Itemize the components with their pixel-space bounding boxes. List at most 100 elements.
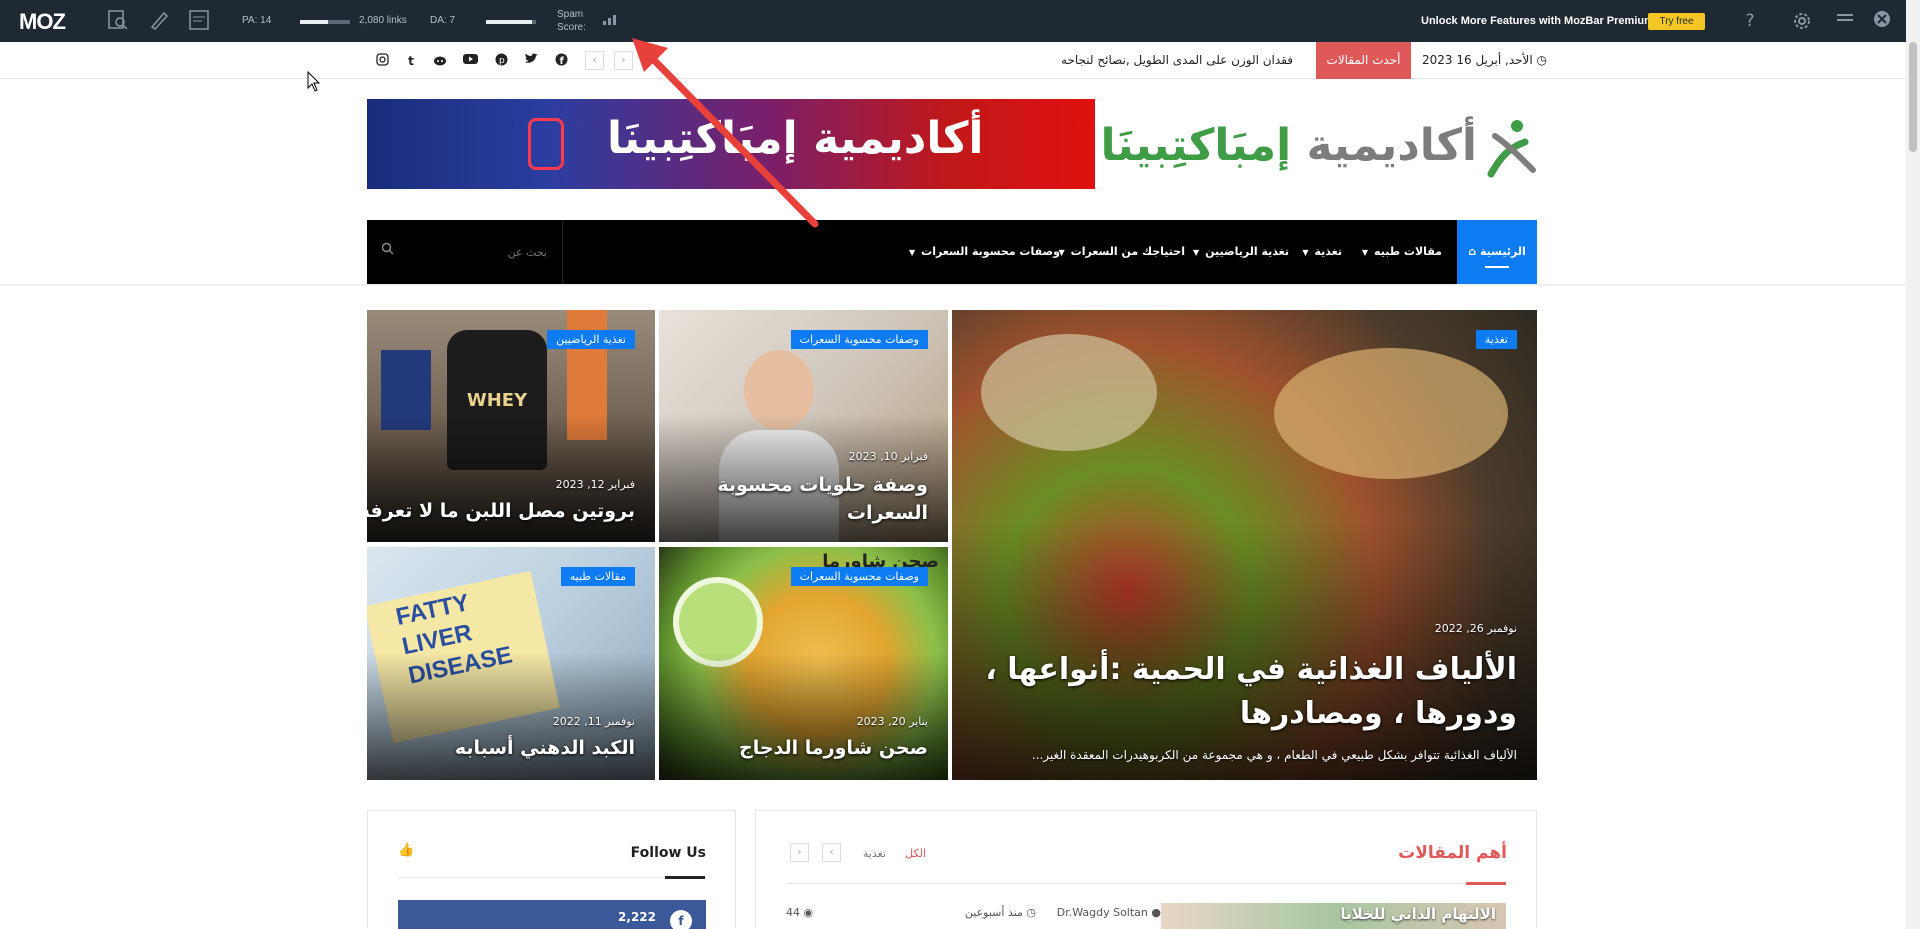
- browser-viewport: { "mozbar": { "logo": "MOZ", "pa_label":…: [0, 0, 1920, 929]
- widget-prev-button[interactable]: ‹: [822, 843, 841, 862]
- clock-icon: ◷: [1022, 906, 1036, 919]
- facebook-icon: f: [670, 910, 692, 929]
- chevron-down-icon: ▼: [1193, 248, 1200, 257]
- search-input[interactable]: [407, 238, 547, 266]
- facebook-count: 2,222: [618, 910, 656, 924]
- nav-item-nutrition[interactable]: تغذية ▼: [1302, 220, 1342, 284]
- food-photo-shape: [981, 333, 1157, 451]
- chevron-down-icon: ▼: [1361, 248, 1369, 257]
- instagram-icon[interactable]: [374, 53, 390, 69]
- chevron-down-icon: ▼: [909, 248, 916, 257]
- post-tile-whey[interactable]: WHEY تغذية الرياضيين فبراير 12, 2023 برو…: [367, 310, 655, 542]
- thumbnail-text: الالتهام الذاتي للخلايا: [1340, 905, 1496, 923]
- post-title[interactable]: وصفة حلويات محسوبة السعرات: [675, 472, 928, 527]
- post-tile-fatty-liver[interactable]: FATTY LIVER DISEASE مقالات طبيه نوفمبر 1…: [367, 547, 655, 780]
- site-logo[interactable]: أكاديمية إمبَاكتِبينَا: [1100, 112, 1537, 184]
- spam-score-bars-icon[interactable]: [598, 10, 622, 34]
- category-badge[interactable]: تغذية الرياضيين: [547, 330, 635, 349]
- svg-text:p: p: [499, 56, 505, 66]
- post-excerpt: الألياف الغذائية تتوافر بشكل طبيعي في ال…: [1031, 748, 1517, 762]
- header-ad-banner[interactable]: أكاديمية إمبَاكتِبينَا: [367, 99, 1095, 189]
- facebook-follow-button[interactable]: 2,222 f: [398, 900, 706, 929]
- serp-overlay-icon[interactable]: [187, 9, 211, 33]
- mouse-cursor-icon: [307, 71, 321, 92]
- article-author[interactable]: Dr.Wagdy Soltan ●: [1057, 906, 1161, 919]
- home-icon: ⌂: [1468, 245, 1480, 258]
- tumblr-icon[interactable]: t: [403, 53, 419, 69]
- featured-tile-fiber[interactable]: تغذية نوفمبر 26, 2022 الألياف الغذائية ف…: [952, 310, 1537, 780]
- top-articles-widget: أهم المقالات الكل تغذية ‹ › الالتهام الذ…: [755, 810, 1537, 929]
- highlighter-icon[interactable]: [147, 9, 171, 33]
- whey-label: WHEY: [466, 390, 528, 411]
- scrollbar-thumb[interactable]: [1909, 42, 1917, 152]
- nav-item-label: تغذية: [1314, 245, 1343, 258]
- tab-all[interactable]: الكل: [905, 847, 926, 860]
- ticker-next-button[interactable]: ›: [614, 51, 633, 70]
- widget-divider: [398, 877, 705, 878]
- post-title[interactable]: صحن شاورما الدجاج: [675, 735, 928, 763]
- post-tile-sweets[interactable]: وصفات محسوبة السعرات فبراير 10, 2023 وصف…: [659, 310, 948, 542]
- top-news-strip: t p f ‹ › فقدان الوزن على المدى الطويل ,…: [0, 42, 1906, 79]
- logo-text-part1: أكاديمية: [1291, 120, 1477, 171]
- user-icon: ●: [1151, 906, 1161, 919]
- moz-logo[interactable]: MOZ: [19, 9, 66, 35]
- ticker-prev-button[interactable]: ‹: [585, 51, 604, 70]
- clock-icon: ◷: [1532, 53, 1548, 67]
- links-count[interactable]: 2,080 links: [359, 15, 407, 26]
- settings-gear-icon[interactable]: [1790, 9, 1814, 33]
- nav-item-label: تغذية الرياضيين: [1205, 245, 1289, 258]
- nav-item-label: احتياجك من السعرات: [1070, 245, 1185, 258]
- page-analysis-icon[interactable]: [106, 9, 130, 33]
- post-date: فبراير 10, 2023: [848, 450, 928, 463]
- page-authority-bar: [300, 20, 350, 24]
- widget-next-button[interactable]: ›: [790, 843, 809, 862]
- article-thumbnail[interactable]: الالتهام الذاتي للخلايا: [1161, 903, 1506, 929]
- nav-item-athlete-nutrition[interactable]: تغذية الرياضيين ▼: [1193, 220, 1289, 284]
- post-title[interactable]: الكبد الدهني أسبابه: [383, 735, 635, 763]
- news-ticker-headline[interactable]: فقدان الوزن على المدى الطويل ,نصائح لنجا…: [1061, 53, 1293, 67]
- pinterest-icon[interactable]: p: [493, 53, 509, 69]
- site-logo-text: أكاديمية إمبَاكتِبينَا: [1100, 120, 1477, 171]
- hamburger-menu-icon[interactable]: [1833, 9, 1857, 33]
- close-icon[interactable]: [1870, 9, 1894, 33]
- article-time-text: منذ أسبوعين: [964, 906, 1023, 919]
- try-free-button[interactable]: Try free: [1648, 13, 1705, 30]
- widget-divider: [786, 883, 1506, 884]
- category-badge[interactable]: مقالات طبيه: [560, 567, 635, 586]
- category-badge[interactable]: وصفات محسوبة السعرات: [790, 330, 928, 349]
- current-date: ◷ الأحد, أبريل 16 2023: [1422, 53, 1547, 67]
- youtube-icon[interactable]: [462, 53, 478, 69]
- nav-item-calorie-needs[interactable]: احتياجك من السعرات▼: [1059, 220, 1185, 284]
- nav-item-label: مقالات طبيه: [1374, 245, 1442, 258]
- post-title[interactable]: الألياف الغذائية في الحمية :أنواعها ، ود…: [968, 648, 1517, 735]
- post-tile-shawarma[interactable]: صحن شاورما وصفات محسوبة السعرات يناير 20…: [659, 547, 948, 780]
- vertical-scrollbar[interactable]: [1906, 0, 1920, 929]
- spam-score-label: Spam: [557, 9, 584, 20]
- nav-home[interactable]: ⌂ الرئيسية: [1457, 220, 1537, 284]
- tab-nutrition[interactable]: تغذية: [863, 847, 886, 860]
- main-navigation: ⌂ الرئيسية مقالات طبيه ▼ تغذية ▼ تغذية الر…: [367, 220, 1537, 284]
- domain-authority-label: DA: 7: [430, 15, 456, 26]
- search-icon[interactable]: [381, 242, 394, 259]
- nav-item-calorie-recipes[interactable]: وصفات محسوبة السعرات ▼: [909, 220, 1060, 284]
- category-badge[interactable]: تغذية: [1475, 330, 1517, 349]
- current-date-text: الأحد, أبريل 16 2023: [1422, 53, 1533, 67]
- twitter-icon[interactable]: [523, 53, 539, 69]
- help-icon[interactable]: ?: [1738, 9, 1762, 33]
- reddit-icon[interactable]: [432, 53, 448, 69]
- follow-us-widget: 👍 Follow Us 2,222 f: [367, 810, 736, 929]
- banner-title: أكاديمية إمبَاكتِبينَا: [607, 113, 984, 164]
- chevron-down-icon: ▼: [1302, 248, 1309, 257]
- logo-text-part2: إمبَاكتِبينَا: [1100, 120, 1292, 171]
- article-time: ◷ منذ أسبوعين: [965, 906, 1036, 919]
- mozbar-toolbar: MOZ PA: 14 2,080 links DA: 7 Spam Score:…: [0, 0, 1920, 42]
- nav-divider: [0, 284, 1906, 286]
- category-badge[interactable]: وصفات محسوبة السعرات: [790, 567, 928, 586]
- facebook-icon[interactable]: f: [553, 53, 569, 69]
- nav-home-label: الرئيسية: [1480, 245, 1526, 258]
- post-title[interactable]: بروتين مصل اللبن ما لا تعرفه: [367, 498, 635, 526]
- thumbs-up-icon: 👍: [398, 843, 415, 858]
- nav-item-medical-articles[interactable]: مقالات طبيه ▼: [1362, 220, 1442, 284]
- svg-text:f: f: [559, 56, 564, 66]
- runner-logo-icon: [1487, 120, 1536, 178]
